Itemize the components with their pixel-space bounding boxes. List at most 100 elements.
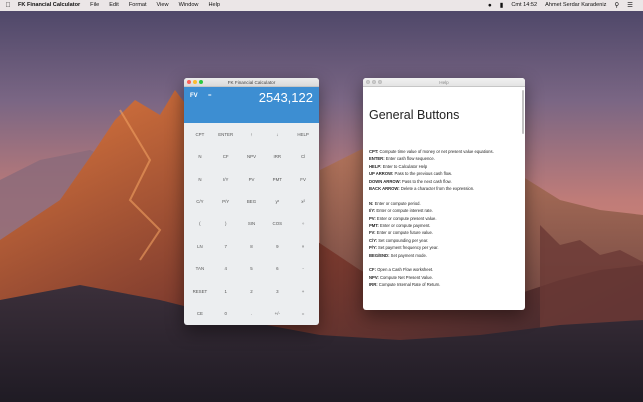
- menu-app-name[interactable]: FK Financial Calculator: [16, 0, 85, 11]
- key-cos[interactable]: COS: [264, 213, 290, 235]
- wifi-icon[interactable]: ●: [484, 0, 496, 11]
- help-entry-desc: Enter or compute future value.: [375, 230, 434, 236]
- key-3[interactable]: 3: [264, 280, 290, 302]
- key-multiply[interactable]: ×: [290, 235, 316, 257]
- key-help[interactable]: HELP: [290, 123, 316, 145]
- key-py[interactable]: P/Y: [213, 190, 239, 212]
- menu-clock[interactable]: Cmt 14:52: [507, 0, 541, 11]
- key-clear[interactable]: Cl: [290, 145, 316, 167]
- zoom-button[interactable]: [378, 80, 382, 84]
- key-ce[interactable]: CE: [187, 303, 213, 325]
- key-6[interactable]: 6: [264, 258, 290, 280]
- key-up-arrow[interactable]: ↑: [239, 123, 265, 145]
- calculator-title: FK Financial Calculator: [227, 79, 276, 85]
- key-fv[interactable]: FV: [290, 168, 316, 190]
- help-entry-key: P/Y:: [369, 245, 377, 251]
- help-entry: FV: Enter or compute future value.: [369, 229, 519, 236]
- key-divide[interactable]: ÷: [290, 213, 316, 235]
- help-entry-desc: Set payment frequency per year.: [376, 245, 439, 251]
- help-heading: General Buttons: [369, 108, 460, 122]
- key-plus[interactable]: +: [290, 280, 316, 302]
- key-iy[interactable]: I/Y: [213, 168, 239, 190]
- help-entry-key: C/Y:: [369, 237, 378, 243]
- help-group-gap: [369, 192, 519, 199]
- help-entry: DOWN ARROW: Pass to the next cash flow.: [369, 178, 519, 185]
- key-power[interactable]: yˣ: [264, 190, 290, 212]
- key-open-paren[interactable]: (: [187, 213, 213, 235]
- key-8[interactable]: 8: [239, 235, 265, 257]
- help-entry-key: CPT:: [369, 149, 379, 154]
- key-0[interactable]: 0: [213, 303, 239, 325]
- help-entry: BACK ARROW: Delete a character from the …: [369, 185, 519, 192]
- key-close-paren[interactable]: ): [213, 213, 239, 235]
- status-area: ● ▮ Cmt 14:52 Ahmet Serdar Karadeniz ⚲ ☰: [484, 0, 643, 11]
- menu-edit[interactable]: Edit: [104, 0, 124, 11]
- menu-format[interactable]: Format: [124, 0, 152, 11]
- menu-help[interactable]: Help: [203, 0, 225, 11]
- key-pv[interactable]: PV: [239, 168, 265, 190]
- menu-window[interactable]: Window: [174, 0, 204, 11]
- key-ln[interactable]: LN: [187, 235, 213, 257]
- key-enter[interactable]: ENTER: [213, 123, 239, 145]
- calculator-titlebar[interactable]: FK Financial Calculator: [184, 78, 319, 87]
- key-n[interactable]: N: [187, 168, 213, 190]
- help-entry-desc: Enter to Calculator Help: [381, 163, 428, 169]
- key-cf[interactable]: CF: [213, 145, 239, 167]
- key-minus[interactable]: -: [290, 258, 316, 280]
- help-entry: UP ARROW: Pass to the previous cash flow…: [369, 170, 519, 177]
- help-entry-desc: Open a Cash Flow worksheet.: [375, 267, 434, 273]
- help-titlebar[interactable]: Help: [363, 78, 525, 87]
- help-entry-desc: Enter cash flow sequence.: [384, 156, 435, 162]
- menu-user[interactable]: Ahmet Serdar Karadeniz: [541, 0, 610, 11]
- close-button[interactable]: [366, 80, 370, 84]
- help-entry-key: ENTER:: [369, 156, 385, 162]
- display-equals: =: [208, 93, 212, 99]
- menu-view[interactable]: View: [152, 0, 174, 11]
- menu-file[interactable]: File: [85, 0, 104, 11]
- help-entry: NPV: Compute Net Present Value.: [369, 274, 519, 281]
- help-entry-key: BEG/END:: [369, 252, 390, 258]
- key-7[interactable]: 7: [213, 235, 239, 257]
- minimize-button[interactable]: [372, 80, 376, 84]
- key-cy[interactable]: C/Y: [187, 190, 213, 212]
- key-tan[interactable]: TAN: [187, 258, 213, 280]
- keypad: CPT ENTER ↑ ↓ HELP N CF NPV IRR Cl N I/Y…: [184, 123, 319, 325]
- help-entry-desc: Enter or compute period.: [373, 200, 421, 206]
- list-icon[interactable]: ☰: [623, 0, 637, 11]
- battery-icon[interactable]: ▮: [496, 0, 508, 11]
- key-equals[interactable]: =: [290, 303, 316, 325]
- key-5[interactable]: 5: [239, 258, 265, 280]
- key-9[interactable]: 9: [264, 235, 290, 257]
- help-entry: C/Y: Set compounding per year.: [369, 237, 519, 244]
- key-1[interactable]: 1: [213, 280, 239, 302]
- key-4[interactable]: 4: [213, 258, 239, 280]
- key-decimal[interactable]: .: [239, 303, 265, 325]
- key-cpt[interactable]: CPT: [187, 123, 213, 145]
- key-sign[interactable]: +/-: [264, 303, 290, 325]
- key-npv[interactable]: NPV: [239, 145, 265, 167]
- key-square[interactable]: x²: [290, 190, 316, 212]
- key-sin[interactable]: SIN: [239, 213, 265, 235]
- key-2[interactable]: 2: [239, 280, 265, 302]
- help-scrollbar[interactable]: [522, 90, 524, 134]
- help-entry: HELP: Enter to Calculator Help: [369, 163, 519, 170]
- display-mode: FV: [190, 93, 198, 99]
- apple-menu-icon[interactable]: : [0, 0, 16, 11]
- key-down-arrow[interactable]: ↓: [264, 123, 290, 145]
- help-entry: IRR: Compute Internal Rate of Return.: [369, 281, 519, 288]
- help-entry: PMT: Enter or compute payment.: [369, 222, 519, 229]
- minimize-button[interactable]: [193, 80, 197, 84]
- close-button[interactable]: [187, 80, 191, 84]
- key-n-top[interactable]: N: [187, 145, 213, 167]
- search-icon[interactable]: ⚲: [610, 0, 623, 11]
- key-irr[interactable]: IRR: [264, 145, 290, 167]
- key-pmt[interactable]: PMT: [264, 168, 290, 190]
- help-entry-key: PMT:: [369, 223, 379, 229]
- key-reset[interactable]: RESET: [187, 280, 213, 302]
- help-entry-desc: Enter or compute interest rate.: [375, 208, 433, 214]
- zoom-button[interactable]: [199, 80, 203, 84]
- help-entry-desc: Pass to the previous cash flow.: [393, 171, 453, 177]
- key-beg[interactable]: BEG: [239, 190, 265, 212]
- help-title: Help: [439, 79, 449, 85]
- help-entry-key: CF:: [369, 267, 376, 273]
